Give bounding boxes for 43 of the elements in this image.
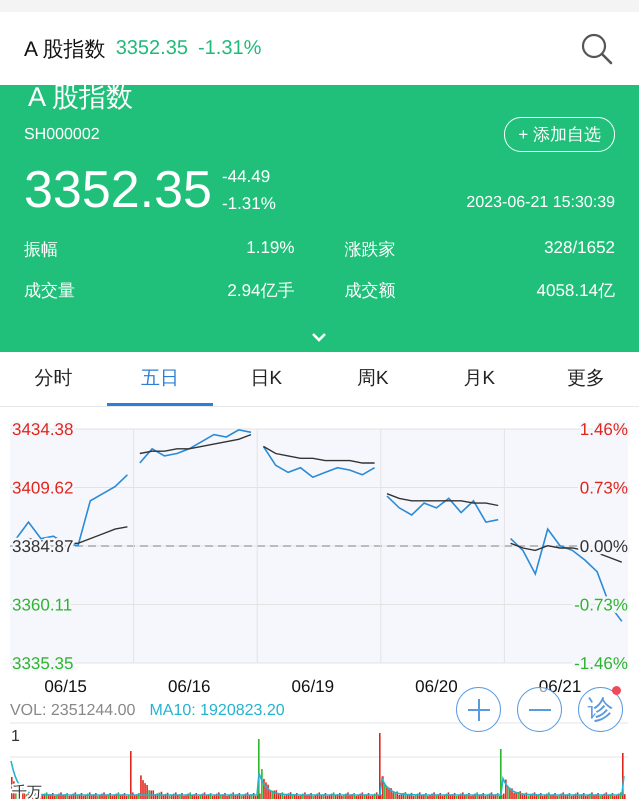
chart-tab[interactable]: 周K xyxy=(320,352,426,406)
stat-value: 2.94亿手 xyxy=(227,280,294,302)
axis-label: 3384.87 xyxy=(12,537,74,556)
axis-label: 3409.62 xyxy=(12,478,74,498)
chart-tab[interactable]: 五日 xyxy=(106,352,213,406)
axis-label: 3360.11 xyxy=(12,596,72,614)
axis-label: 3335.35 xyxy=(12,654,74,673)
plus-icon xyxy=(466,698,490,722)
stat-value: 4058.14亿 xyxy=(536,280,615,302)
stat-label: 涨跌家 xyxy=(344,239,396,261)
axis-label: 1 xyxy=(11,728,20,745)
ma10-value: MA10: 1920823.20 xyxy=(149,702,285,720)
volume-value: VOL: 2351244.00 xyxy=(10,702,136,720)
zoom-in-button[interactable] xyxy=(456,687,501,732)
axis-label: -1.46% xyxy=(574,654,628,673)
index-code: SH000002 xyxy=(24,126,100,144)
percent-change: -1.31% xyxy=(222,194,276,214)
stat-label: 振幅 xyxy=(24,239,58,261)
date-label: 06/16 xyxy=(168,677,210,696)
chart-tab[interactable]: 日K xyxy=(213,352,320,406)
header-change: -1.31% xyxy=(198,37,262,60)
axis-label: 0.73% xyxy=(580,478,628,498)
stat-value: 1.19% xyxy=(246,238,294,259)
date-label: 06/15 xyxy=(44,677,87,696)
quote-time: 2023-06-21 15:30:39 xyxy=(466,194,615,212)
price-change: -44.49 xyxy=(222,166,272,186)
current-price: 3352.35 xyxy=(24,160,212,220)
stat-value: 328/1652 xyxy=(544,238,615,259)
axis-label: 3434.38 xyxy=(12,420,74,439)
stat-label: 成交量 xyxy=(24,280,75,302)
minus-icon xyxy=(528,708,552,712)
page-title: A 股指数 xyxy=(24,36,106,62)
date-label: 06/20 xyxy=(415,677,458,696)
chart-tab[interactable]: 分时 xyxy=(0,352,106,406)
stat-label: 成交额 xyxy=(344,280,396,302)
expand-chevron-icon[interactable] xyxy=(311,332,327,342)
index-name: A 股指数 xyxy=(27,83,134,111)
chart-tab[interactable]: 月K xyxy=(426,352,532,406)
axis-label: 0.00% xyxy=(580,537,628,556)
date-label: 06/19 xyxy=(292,677,334,696)
chart-tab[interactable]: 更多 xyxy=(532,352,639,406)
axis-label: 1.46% xyxy=(580,420,628,439)
header-price: 3352.35 xyxy=(116,37,188,60)
